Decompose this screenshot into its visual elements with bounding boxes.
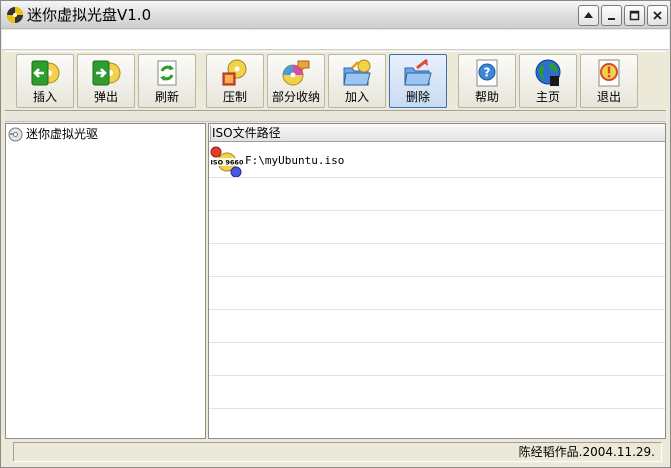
add-button[interactable]: 加入 <box>328 54 386 108</box>
homepage-label: 主页 <box>535 90 560 104</box>
cd-drive-icon <box>8 127 23 141</box>
row-divider <box>209 243 665 244</box>
app-window: 迷你虚拟光盘V1.0 插入 弹出 刷新 压制 部分收纳 加入 删除 ? 帮助 主… <box>0 0 671 468</box>
delete-folder-icon <box>404 58 432 86</box>
help-button[interactable]: ? 帮助 <box>458 54 516 108</box>
triangle-up-icon <box>584 12 593 18</box>
row-divider <box>209 375 665 376</box>
column-header-iso-path[interactable]: ISO文件路径 <box>209 124 665 142</box>
status-text: 陈经韬作品.2004.11.29. <box>518 445 655 459</box>
eject-label: 弹出 <box>93 90 118 104</box>
tree-item-virtual-drive[interactable]: 迷你虚拟光驱 <box>8 126 98 142</box>
maximize-icon <box>629 10 640 21</box>
compress-button[interactable]: 压制 <box>206 54 264 108</box>
toolbar: 插入 弹出 刷新 压制 部分收纳 加入 删除 ? 帮助 主页 退出 <box>5 51 666 111</box>
homepage-button[interactable]: 主页 <box>519 54 577 108</box>
column-divider <box>209 125 211 141</box>
refresh-icon <box>157 60 177 86</box>
iso-badge-text: ISO 9660 <box>211 159 244 167</box>
row-divider <box>209 177 665 178</box>
partial-collect-label: 部分收纳 <box>271 90 320 104</box>
iso-image-icon: ISO 9660 <box>210 146 244 178</box>
row-divider <box>209 309 665 310</box>
partial-collect-button[interactable]: 部分收纳 <box>267 54 325 108</box>
context-help-button[interactable] <box>578 5 599 26</box>
title-bar[interactable]: 迷你虚拟光盘V1.0 <box>1 1 670 29</box>
status-bar: 陈经韬作品.2004.11.29. <box>5 441 666 463</box>
window-title: 迷你虚拟光盘V1.0 <box>27 6 152 24</box>
toolbar-separator <box>5 112 666 122</box>
row-divider <box>209 408 665 409</box>
eject-button[interactable]: 弹出 <box>77 54 135 108</box>
add-folder-icon <box>343 59 371 86</box>
add-label: 加入 <box>344 90 369 104</box>
iso-file-path: F:\myUbuntu.iso <box>245 154 345 167</box>
refresh-button[interactable]: 刷新 <box>138 54 196 108</box>
partial-collect-icon <box>282 60 310 86</box>
menu-bar <box>2 30 669 50</box>
close-icon <box>653 11 662 20</box>
close-button[interactable] <box>647 5 668 26</box>
compress-disc-icon <box>222 59 247 86</box>
tree-item-label: 迷你虚拟光驱 <box>26 127 99 141</box>
insert-button[interactable]: 插入 <box>16 54 74 108</box>
exit-label: 退出 <box>596 90 621 104</box>
row-divider <box>209 342 665 343</box>
column-header-label: ISO文件路径 <box>212 126 281 140</box>
help-icon: ? <box>476 59 498 87</box>
insert-label: 插入 <box>32 90 57 104</box>
eject-disc-icon <box>92 60 121 86</box>
compress-label: 压制 <box>222 90 247 104</box>
help-label: 帮助 <box>474 90 499 104</box>
row-divider <box>209 276 665 277</box>
insert-disc-icon <box>31 60 60 86</box>
svg-text:?: ? <box>484 66 491 80</box>
homepage-globe-icon <box>535 59 561 86</box>
delete-button[interactable]: 删除 <box>389 54 447 108</box>
refresh-label: 刷新 <box>154 90 179 104</box>
delete-label: 删除 <box>405 90 430 104</box>
row-divider <box>209 210 665 211</box>
table-row[interactable]: ISO 9660 F:\myUbuntu.iso <box>209 146 665 178</box>
exit-button[interactable]: 退出 <box>580 54 638 108</box>
iso-file-list[interactable]: ISO文件路径 ISO 9660 F:\myUbuntu.iso <box>208 123 666 439</box>
minimize-icon <box>608 18 615 20</box>
app-logo-icon <box>7 7 23 23</box>
status-panel: 陈经韬作品.2004.11.29. <box>13 442 662 462</box>
maximize-button[interactable] <box>624 5 645 26</box>
drive-tree[interactable]: 迷你虚拟光驱 <box>5 123 206 439</box>
exit-icon <box>598 59 620 87</box>
minimize-button[interactable] <box>601 5 622 26</box>
